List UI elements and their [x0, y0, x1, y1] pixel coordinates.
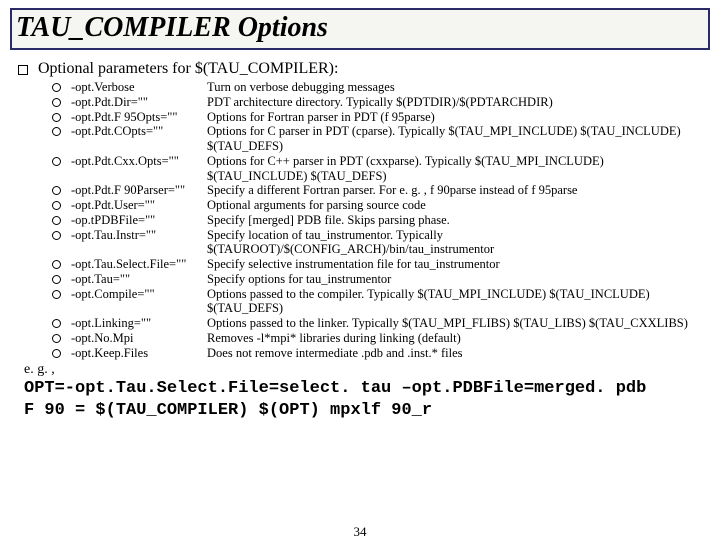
option-name: -opt.Pdt.F 90Parser="" — [71, 183, 207, 198]
list-item: -op.tPDBFile=""Specify [merged] PDB file… — [52, 213, 702, 228]
circle-bullet-icon — [52, 216, 61, 225]
option-desc: Specify a different Fortran parser. For … — [207, 183, 702, 198]
option-name: -opt.Linking="" — [71, 316, 207, 331]
option-name: -opt.Tau.Select.File="" — [71, 257, 207, 272]
option-desc: Turn on verbose debugging messages — [207, 80, 702, 95]
list-item: -opt.Pdt.Cxx.Opts=""Options for C++ pars… — [52, 154, 702, 184]
option-name: -opt.Pdt.Dir="" — [71, 95, 207, 110]
circle-bullet-icon — [52, 319, 61, 328]
list-item: -opt.Compile=""Options passed to the com… — [52, 287, 702, 317]
option-name: -op.tPDBFile="" — [71, 213, 207, 228]
circle-bullet-icon — [52, 349, 61, 358]
circle-bullet-icon — [52, 186, 61, 195]
list-item: -opt.Tau.Select.File=""Specify selective… — [52, 257, 702, 272]
content-area: Optional parameters for $(TAU_COMPILER):… — [0, 50, 720, 421]
circle-bullet-icon — [52, 260, 61, 269]
list-item: -opt.Tau.Instr=""Specify location of tau… — [52, 228, 702, 258]
list-item: -opt.Tau=""Specify options for tau_instr… — [52, 272, 702, 287]
circle-bullet-icon — [52, 275, 61, 284]
list-item: -opt.Linking=""Options passed to the lin… — [52, 316, 702, 331]
list-item: -opt.Pdt.User=""Optional arguments for p… — [52, 198, 702, 213]
option-desc: Options for Fortran parser in PDT (f 95p… — [207, 110, 702, 125]
option-name: -opt.Verbose — [71, 80, 207, 95]
circle-bullet-icon — [52, 334, 61, 343]
circle-bullet-icon — [52, 290, 61, 299]
square-bullet-icon — [18, 65, 28, 75]
list-item: -opt.VerboseTurn on verbose debugging me… — [52, 80, 702, 95]
circle-bullet-icon — [52, 127, 61, 136]
option-name: -opt.No.Mpi — [71, 331, 207, 346]
list-item: -opt.Pdt.Dir=""PDT architecture director… — [52, 95, 702, 110]
example-line1: OPT=-opt.Tau.Select.File=select. tau –op… — [24, 378, 702, 399]
list-item: -opt.Pdt.F 95Opts=""Options for Fortran … — [52, 110, 702, 125]
example-line2: F 90 = $(TAU_COMPILER) $(OPT) mpxlf 90_r — [24, 400, 702, 421]
page-title: TAU_COMPILER Options — [16, 12, 328, 43]
circle-bullet-icon — [52, 201, 61, 210]
list-item: -opt.Pdt.COpts=""Options for C parser in… — [52, 124, 702, 154]
option-desc: Specify selective instrumentation file f… — [207, 257, 702, 272]
option-desc: Options for C parser in PDT (cparse). Ty… — [207, 124, 702, 154]
page-number: 34 — [0, 524, 720, 540]
option-name: -opt.Compile="" — [71, 287, 207, 302]
option-desc: Does not remove intermediate .pdb and .i… — [207, 346, 702, 361]
option-desc: PDT architecture directory. Typically $(… — [207, 95, 702, 110]
list-item: -opt.Keep.FilesDoes not remove intermedi… — [52, 346, 702, 361]
option-name: -opt.Keep.Files — [71, 346, 207, 361]
option-desc: Options passed to the compiler. Typicall… — [207, 287, 702, 317]
option-name: -opt.Pdt.F 95Opts="" — [71, 110, 207, 125]
circle-bullet-icon — [52, 98, 61, 107]
circle-bullet-icon — [52, 113, 61, 122]
option-desc: Removes -l*mpi* libraries during linking… — [207, 331, 702, 346]
option-name: -opt.Pdt.COpts="" — [71, 124, 207, 139]
option-desc: Specify location of tau_instrumentor. Ty… — [207, 228, 702, 258]
option-desc: Specify options for tau_instrumentor — [207, 272, 702, 287]
option-desc: Optional arguments for parsing source co… — [207, 198, 702, 213]
title-bar: TAU_COMPILER Options — [10, 8, 710, 50]
circle-bullet-icon — [52, 231, 61, 240]
example-intro: e. g. , — [24, 362, 702, 378]
list-item: -opt.Pdt.F 90Parser=""Specify a differen… — [52, 183, 702, 198]
option-name: -opt.Tau="" — [71, 272, 207, 287]
option-desc: Options passed to the linker. Typically … — [207, 316, 702, 331]
option-name: -opt.Pdt.User="" — [71, 198, 207, 213]
list-item: -opt.No.MpiRemoves -l*mpi* libraries dur… — [52, 331, 702, 346]
options-list: -opt.VerboseTurn on verbose debugging me… — [52, 80, 702, 360]
intro-bullet: Optional parameters for $(TAU_COMPILER): — [18, 60, 702, 78]
option-desc: Options for C++ parser in PDT (cxxparse)… — [207, 154, 702, 184]
circle-bullet-icon — [52, 83, 61, 92]
intro-text: Optional parameters for $(TAU_COMPILER): — [38, 60, 338, 78]
option-desc: Specify [merged] PDB file. Skips parsing… — [207, 213, 702, 228]
option-name: -opt.Pdt.Cxx.Opts="" — [71, 154, 207, 169]
circle-bullet-icon — [52, 157, 61, 166]
option-name: -opt.Tau.Instr="" — [71, 228, 207, 243]
